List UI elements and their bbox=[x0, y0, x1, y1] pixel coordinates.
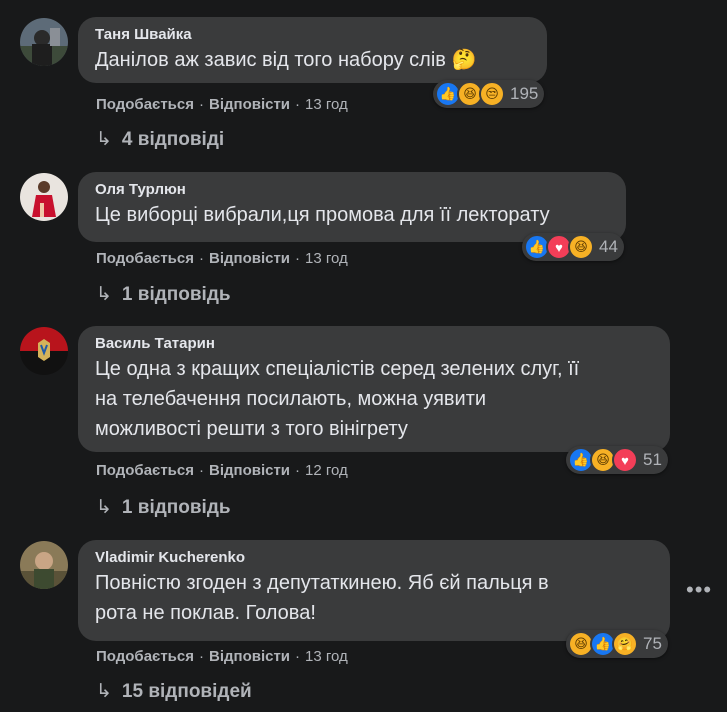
comment-author[interactable]: Таня Швайка bbox=[95, 25, 533, 45]
timestamp[interactable]: 13 год bbox=[305, 96, 348, 113]
timestamp[interactable]: 13 год bbox=[305, 250, 348, 267]
comment-bubble: Таня Швайка Данілов аж завис від того на… bbox=[78, 17, 547, 83]
avatar[interactable] bbox=[20, 18, 68, 66]
comment-actions: Подобається · Відповісти · 13 год bbox=[96, 648, 348, 665]
reply-arrow-icon: ↳ bbox=[96, 497, 112, 518]
view-replies-link[interactable]: ↳ 1 відповідь bbox=[96, 283, 231, 307]
reactions-summary[interactable]: 👍 😆 😒 195 bbox=[433, 80, 545, 108]
comment-text: Повністю згоден з депутаткинею. Яб єй па… bbox=[95, 572, 549, 624]
love-reaction-icon: ♥ bbox=[612, 447, 638, 473]
timestamp[interactable]: 12 год bbox=[305, 462, 348, 479]
comment-bubble: Василь Татарин Це одна з кращих спеціалі… bbox=[78, 326, 670, 452]
like-button[interactable]: Подобається bbox=[96, 250, 194, 267]
comment-actions: Подобається · Відповісти · 13 год bbox=[96, 96, 348, 113]
like-button[interactable]: Подобається bbox=[96, 96, 194, 113]
comment-text: Це виборці вибрали,ця промова для її лек… bbox=[95, 204, 550, 226]
timestamp[interactable]: 13 год bbox=[305, 648, 348, 665]
like-button[interactable]: Подобається bbox=[96, 462, 194, 479]
reply-button[interactable]: Відповісти bbox=[209, 462, 290, 479]
reaction-count: 44 bbox=[599, 237, 618, 256]
comment-bubble: Vladimir Kucherenko Повністю згоден з де… bbox=[78, 540, 670, 641]
reactions-summary[interactable]: 👍 😆 ♥ 51 bbox=[566, 446, 668, 474]
avatar[interactable] bbox=[20, 327, 68, 375]
reaction-count: 195 bbox=[510, 84, 539, 103]
reactions-summary[interactable]: 👍 ♥ 😆 44 bbox=[522, 233, 624, 261]
care-reaction-icon: 🤗 bbox=[612, 631, 638, 657]
comment-bubble: Оля Турлюн Це виборці вибрали,ця промова… bbox=[78, 172, 626, 242]
reaction-count: 51 bbox=[643, 450, 662, 469]
comment-actions: Подобається · Відповісти · 13 год bbox=[96, 250, 348, 267]
view-replies-link[interactable]: ↳ 15 відповідей bbox=[96, 680, 252, 704]
reply-arrow-icon: ↳ bbox=[96, 284, 112, 305]
comment-author[interactable]: Василь Татарин bbox=[95, 334, 656, 354]
reply-button[interactable]: Відповісти bbox=[209, 250, 290, 267]
confused-reaction-icon: 😒 bbox=[479, 81, 505, 107]
reaction-count: 75 bbox=[643, 634, 662, 653]
comment-text: Данілов аж завис від того набору слів 🤔 bbox=[95, 49, 477, 71]
reply-button[interactable]: Відповісти bbox=[209, 648, 290, 665]
comment-text: Це одна з кращих спеціалістів серед зеле… bbox=[95, 358, 580, 440]
avatar[interactable] bbox=[20, 173, 68, 221]
reactions-summary[interactable]: 😆 👍 🤗 75 bbox=[566, 630, 668, 658]
reply-arrow-icon: ↳ bbox=[96, 129, 112, 150]
view-replies-link[interactable]: ↳ 1 відповідь bbox=[96, 496, 231, 520]
more-options-icon[interactable]: ••• bbox=[686, 579, 712, 601]
like-button[interactable]: Подобається bbox=[96, 648, 194, 665]
comment-author[interactable]: Оля Турлюн bbox=[95, 180, 612, 200]
haha-reaction-icon: 😆 bbox=[568, 234, 594, 260]
avatar[interactable] bbox=[20, 541, 68, 589]
reply-arrow-icon: ↳ bbox=[96, 681, 112, 702]
reply-button[interactable]: Відповісти bbox=[209, 96, 290, 113]
view-replies-link[interactable]: ↳ 4 відповіді bbox=[96, 128, 224, 152]
thinking-face-emoji: 🤔 bbox=[451, 49, 477, 71]
comment-actions: Подобається · Відповісти · 12 год bbox=[96, 462, 348, 479]
comment-author[interactable]: Vladimir Kucherenko bbox=[95, 548, 656, 568]
